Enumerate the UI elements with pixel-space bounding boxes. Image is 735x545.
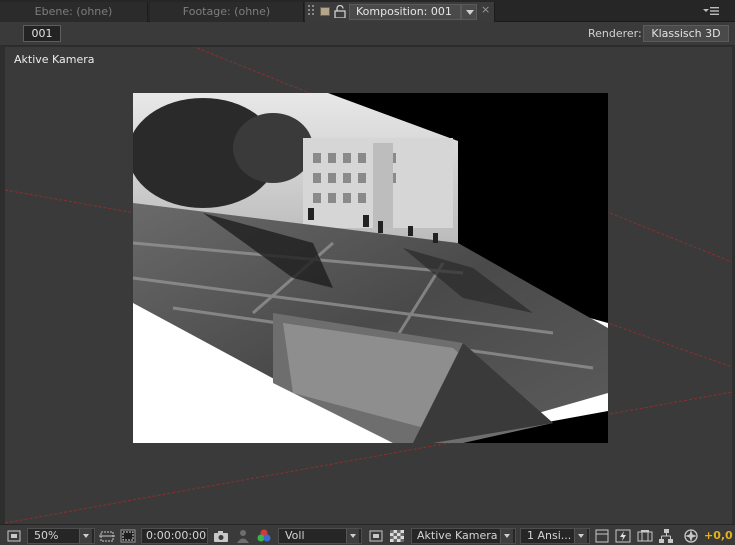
resolution-chevron-icon [346,529,359,543]
view-layout-value: 1 Ansi... [527,529,572,542]
flowchart-icon[interactable] [657,528,675,544]
magnification-dropdown[interactable]: 50% [27,528,95,544]
composition-flowchart-button[interactable]: 001 [23,25,61,42]
toggle-mask-icon[interactable] [367,528,385,544]
resolution-value: Voll [285,529,305,542]
show-snapshot-icon[interactable] [234,528,252,544]
view-layout-icon[interactable] [593,528,611,544]
panel-menu-icon[interactable] [702,4,720,18]
footage-layer-3d[interactable] [133,93,608,443]
checkerboard-icon[interactable] [388,528,406,544]
channel-rgb-icon[interactable] [255,528,273,544]
tab-layer-label: Ebene: (ohne) [34,5,113,18]
transparency-grid-icon[interactable] [119,528,137,544]
comp-color-swatch [320,7,330,16]
composition-viewer[interactable]: Aktive Kamera [0,47,735,524]
renderer-label: Renderer: [588,27,642,40]
camera-view-dropdown[interactable]: Aktive Kamera [411,528,516,544]
magnification-value: 50% [34,529,59,542]
view-layout-dropdown[interactable]: 1 Ansi... [520,528,590,544]
tab-footage-label: Footage: (ohne) [182,5,271,18]
view-layout-chevron-icon [574,529,587,543]
tab-layer[interactable]: Ebene: (ohne) [0,2,148,22]
composition-frame[interactable] [133,93,608,443]
timecode-field[interactable]: 0:00:00:00 [141,528,208,544]
lock-icon[interactable] [334,5,346,18]
snapshot-icon[interactable] [212,528,230,544]
composition-dropdown-icon[interactable] [461,4,477,20]
exposure-value[interactable]: +0,0 [704,529,733,542]
resolution-dropdown[interactable]: Voll [278,528,362,544]
active-camera-label: Aktive Kamera [14,53,95,66]
panel-tab-bar: Ebene: (ohne) Footage: (ohne) Kompositio… [0,0,735,22]
camera-view-chevron-icon [500,529,513,543]
always-preview-icon[interactable] [5,528,23,544]
camera-view-value: Aktive Kamera [417,529,498,542]
drag-grip-icon[interactable] [308,5,316,17]
composition-name-tab[interactable]: Komposition: 001 [349,4,461,20]
renderer-button[interactable]: Klassisch 3D [643,25,729,42]
reset-exposure-icon[interactable] [682,528,700,544]
fast-preview-icon[interactable] [614,528,632,544]
timeline-icon[interactable] [636,528,654,544]
region-of-interest-icon[interactable] [98,528,116,544]
composition-toolbar: 001 Renderer: Klassisch 3D [0,22,735,46]
tab-footage[interactable]: Footage: (ohne) [150,2,304,22]
magnification-chevron-icon [79,529,92,543]
viewer-bottom-toolbar: 50% 0:00:00:00 Voll Aktive Kamera 1 Ansi… [0,524,735,545]
close-icon[interactable]: × [481,3,490,16]
